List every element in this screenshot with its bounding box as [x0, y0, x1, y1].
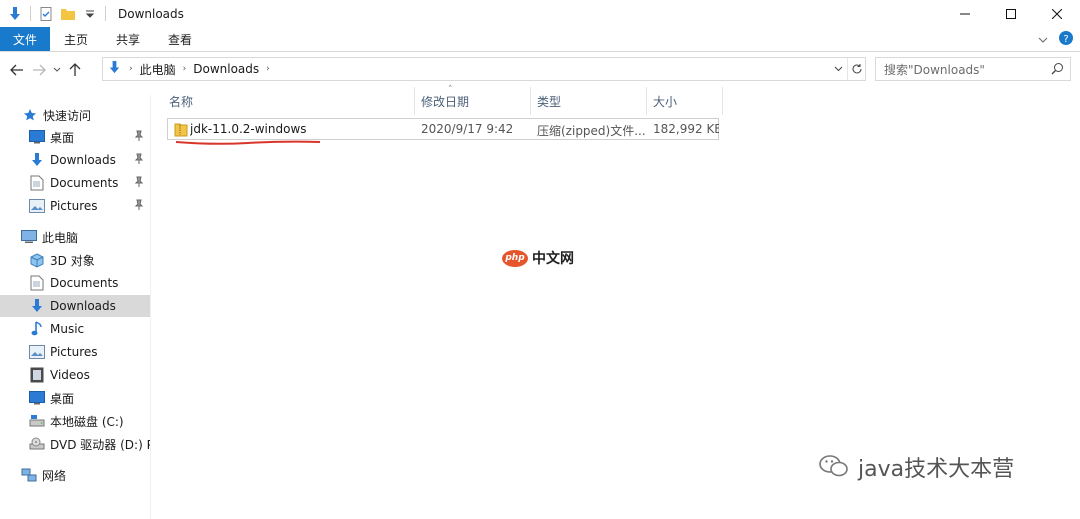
- sidebar-item-videos[interactable]: Videos: [0, 364, 150, 386]
- window-controls: [942, 0, 1080, 27]
- tab-file[interactable]: 文件: [0, 27, 50, 51]
- toolbar-divider: [105, 6, 106, 21]
- file-row[interactable]: jdk-11.0.2-windows 2020/9/17 9:42 压缩(zip…: [167, 118, 719, 140]
- desktop-icon: [29, 129, 45, 145]
- php-watermark: php 中文网: [502, 248, 574, 268]
- 3d-objects-icon: [29, 252, 45, 268]
- tab-share[interactable]: 共享: [102, 27, 154, 51]
- recent-locations-button[interactable]: [50, 59, 64, 81]
- window-title: Downloads: [118, 7, 184, 21]
- address-bar-controls: [829, 58, 865, 80]
- navigation-bar: › 此电脑 › Downloads › 搜索"Downloads": [0, 57, 1080, 83]
- help-icon[interactable]: ?: [1058, 30, 1074, 49]
- title-bar: Downloads: [0, 0, 1080, 27]
- document-icon: [29, 175, 45, 191]
- search-input[interactable]: 搜索"Downloads": [875, 57, 1071, 81]
- column-header-modified[interactable]: 修改日期: [415, 87, 531, 115]
- refresh-icon[interactable]: [847, 58, 865, 80]
- brand-text: java技术大本营: [858, 451, 1014, 483]
- sidebar-item-3d-objects[interactable]: 3D 对象: [0, 249, 150, 271]
- watermark-text: 中文网: [532, 248, 574, 268]
- maximize-button[interactable]: [988, 0, 1034, 27]
- ribbon-right-controls: ?: [1038, 27, 1074, 52]
- sidebar-item-local-disk-c[interactable]: 本地磁盘 (C:): [0, 410, 150, 432]
- navigation-pane: 快速访问 桌面 Downloads Documents Pictures 此电脑: [0, 95, 150, 519]
- sidebar-item-pictures-quick[interactable]: Pictures: [0, 195, 150, 217]
- quick-access-toolbar: [0, 0, 112, 27]
- sidebar-item-dvd-drive-d[interactable]: DVD 驱动器 (D:) Pa: [0, 433, 150, 455]
- desktop-icon: [29, 390, 45, 406]
- pin-icon[interactable]: [134, 130, 144, 145]
- tab-view[interactable]: 查看: [154, 27, 206, 51]
- wechat-icon: [818, 453, 850, 482]
- sidebar-item-pictures[interactable]: Pictures: [0, 341, 150, 363]
- breadcrumb-chevron-icon[interactable]: ›: [129, 64, 133, 74]
- sidebar-item-music[interactable]: Music: [0, 318, 150, 340]
- pin-icon[interactable]: [134, 176, 144, 191]
- sidebar-item-desktop-quick[interactable]: 桌面: [0, 126, 150, 148]
- download-arrow-icon: [29, 152, 45, 168]
- customize-dropdown-icon[interactable]: [81, 5, 99, 23]
- minimize-button[interactable]: [942, 0, 988, 27]
- breadcrumb-chevron-icon[interactable]: ›: [266, 64, 270, 74]
- breadcrumb-this-pc[interactable]: 此电脑: [140, 61, 176, 78]
- column-header-size[interactable]: 大小: [647, 87, 723, 115]
- pin-icon[interactable]: [134, 199, 144, 214]
- column-header-type[interactable]: 类型: [531, 87, 647, 115]
- pictures-icon: [29, 344, 45, 360]
- download-arrow-icon: [29, 298, 45, 314]
- address-bar[interactable]: › 此电脑 › Downloads ›: [102, 57, 866, 81]
- properties-icon[interactable]: [37, 5, 55, 23]
- sidebar-item-network[interactable]: 网络: [0, 464, 150, 486]
- brand-watermark: java技术大本营: [818, 451, 1014, 483]
- download-arrow-icon[interactable]: [6, 5, 24, 23]
- sidebar-item-desktop[interactable]: 桌面: [0, 387, 150, 409]
- ribbon-tabs: 文件 主页 共享 查看 ?: [0, 27, 1080, 52]
- hard-drive-icon: [29, 413, 45, 429]
- red-underline-annotation: [174, 138, 322, 146]
- film-icon: [29, 367, 45, 383]
- document-icon: [29, 275, 45, 291]
- sidebar-item-this-pc[interactable]: 此电脑: [0, 226, 150, 248]
- search-placeholder: 搜索"Downloads": [884, 61, 985, 78]
- search-icon[interactable]: [1051, 62, 1064, 78]
- music-note-icon: [29, 321, 45, 337]
- column-header-name[interactable]: 名称: [163, 87, 415, 115]
- download-arrow-icon: [107, 60, 122, 78]
- svg-text:?: ?: [1063, 34, 1068, 45]
- expand-ribbon-icon[interactable]: [1038, 33, 1048, 47]
- tab-home[interactable]: 主页: [50, 27, 102, 51]
- sidebar-item-documents[interactable]: Documents: [0, 272, 150, 294]
- file-size: 182,992 KB: [653, 122, 719, 136]
- close-button[interactable]: [1034, 0, 1080, 27]
- network-icon: [21, 467, 37, 483]
- sidebar-item-documents-quick[interactable]: Documents: [0, 172, 150, 194]
- breadcrumb-chevron-icon[interactable]: ›: [183, 64, 187, 74]
- pictures-icon: [29, 198, 45, 214]
- back-button[interactable]: [6, 59, 28, 81]
- address-history-dropdown-icon[interactable]: [829, 58, 847, 80]
- file-type: 压缩(zipped)文件...: [537, 122, 647, 139]
- sidebar-item-downloads[interactable]: Downloads: [0, 295, 150, 317]
- toolbar-divider: [30, 6, 31, 21]
- dvd-drive-icon: [29, 436, 45, 452]
- new-folder-icon[interactable]: [59, 5, 77, 23]
- pin-icon[interactable]: [134, 153, 144, 168]
- computer-icon: [21, 229, 37, 245]
- sidebar-item-downloads-quick[interactable]: Downloads: [0, 149, 150, 171]
- file-modified: 2020/9/17 9:42: [421, 122, 531, 136]
- up-button[interactable]: [64, 59, 86, 81]
- breadcrumb-downloads[interactable]: Downloads: [193, 62, 259, 76]
- php-logo: php: [502, 250, 528, 267]
- pane-divider[interactable]: [150, 95, 151, 519]
- star-icon: [22, 107, 38, 123]
- file-name[interactable]: jdk-11.0.2-windows: [190, 122, 390, 136]
- sidebar-item-quick-access[interactable]: 快速访问: [0, 104, 150, 126]
- forward-button[interactable]: [28, 59, 50, 81]
